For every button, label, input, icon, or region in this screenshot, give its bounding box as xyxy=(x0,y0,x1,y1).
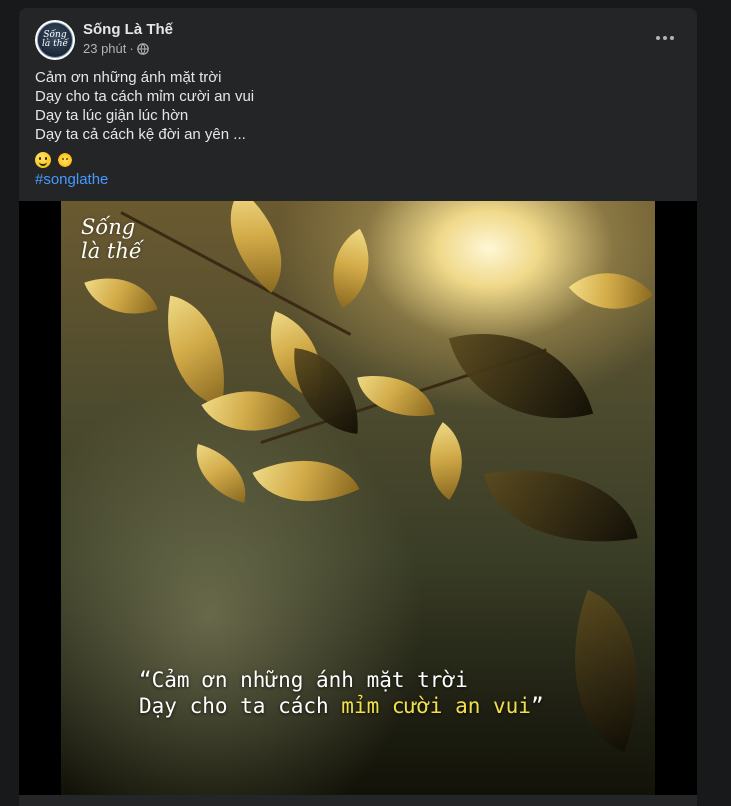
quote-highlight: mỉm cười an vui xyxy=(341,694,531,718)
leaf xyxy=(568,248,654,334)
meta-separator: · xyxy=(129,41,134,56)
post-meta: 23 phút · xyxy=(83,41,149,56)
leaf xyxy=(448,307,594,445)
page-avatar[interactable]: Sống là thế xyxy=(35,20,75,60)
more-options-dot xyxy=(670,36,674,40)
leaf xyxy=(252,434,360,528)
quote-line2-suffix: ” xyxy=(530,694,544,718)
post-timestamp[interactable]: 23 phút xyxy=(83,41,126,56)
leaf xyxy=(152,295,240,407)
leaf xyxy=(84,262,158,330)
avatar-logo: Sống là thế xyxy=(37,22,73,58)
caption-line: Cảm ơn những ánh mặt trời xyxy=(35,69,222,86)
globe-icon[interactable] xyxy=(136,42,149,55)
leaf xyxy=(408,422,484,500)
post-media: Sống là thế “Cảm ơn những ánh mặt trời D… xyxy=(19,201,697,795)
logo-line2: là thế xyxy=(81,239,142,263)
post-header: Sống là thế Sống Là Thế 23 phút · xyxy=(19,8,697,70)
leaf xyxy=(357,365,435,427)
logo-line1: Sống xyxy=(81,215,136,239)
quote-line2: Dạy cho ta cách mỉm cười an vui” xyxy=(139,693,544,719)
more-options-button[interactable] xyxy=(647,24,683,52)
leaf xyxy=(484,449,638,563)
page-name[interactable]: Sống Là Thế xyxy=(83,21,173,38)
leaf xyxy=(202,201,310,293)
more-options-icon xyxy=(656,36,660,40)
avatar-text-line2: là thế xyxy=(41,39,69,49)
smile-emoji-icon xyxy=(35,152,51,168)
caption-line: Dạy ta cả cách kệ đời an yên ... xyxy=(35,126,246,143)
quote-line2-prefix: Dạy cho ta cách xyxy=(139,694,342,718)
leaf xyxy=(312,228,390,309)
post-photo[interactable]: Sống là thế “Cảm ơn những ánh mặt trời D… xyxy=(61,201,655,795)
caption-line: Dạy ta lúc giận lúc hờn xyxy=(35,107,189,124)
hashtag-link[interactable]: #songlathe xyxy=(35,171,108,188)
more-options-dot xyxy=(663,36,667,40)
sun-emoji-icon xyxy=(57,152,73,168)
photo-logo: Sống là thế xyxy=(81,215,142,263)
post-card: Sống là thế Sống Là Thế 23 phút · Cảm ơn… xyxy=(19,8,697,806)
leaf xyxy=(186,444,256,503)
leaf xyxy=(539,589,655,753)
quote-line1: “Cảm ơn những ánh mặt trời xyxy=(139,668,468,692)
post-caption: Cảm ơn những ánh mặt trời Dạy cho ta các… xyxy=(35,68,254,144)
photo-quote: “Cảm ơn những ánh mặt trời Dạy cho ta cá… xyxy=(139,667,544,719)
post-bottom-strip xyxy=(19,795,697,806)
emoji-line xyxy=(35,152,73,168)
caption-line: Dạy cho ta cách mỉm cười an vui xyxy=(35,88,255,105)
